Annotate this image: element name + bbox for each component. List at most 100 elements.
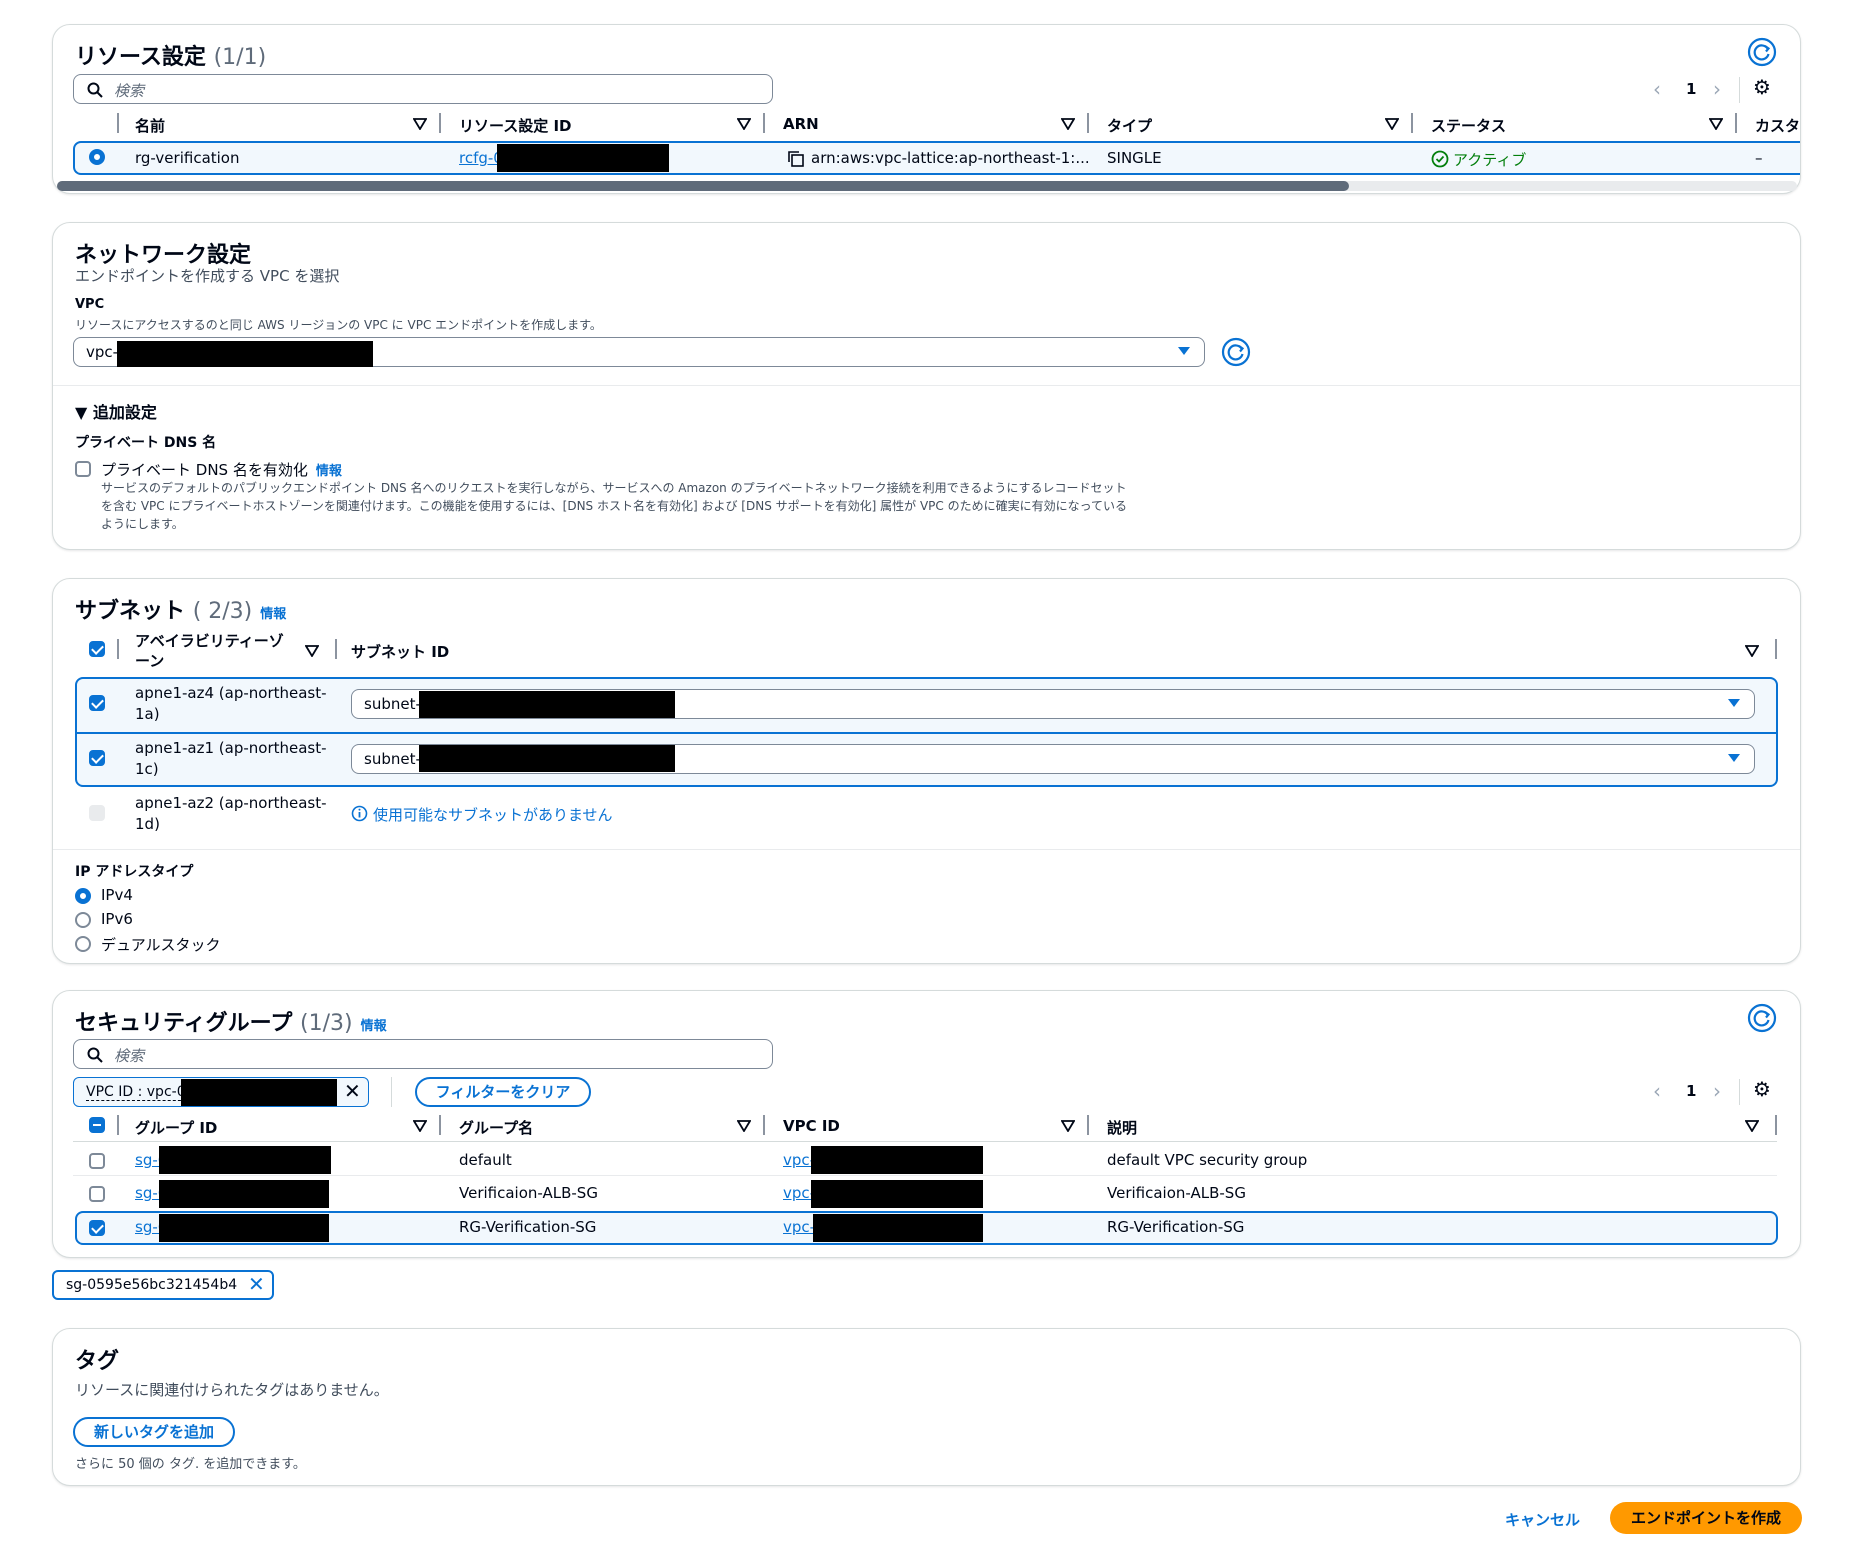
col-header-subnet-id[interactable]: サブネット ID	[351, 641, 449, 662]
select-all-checkbox[interactable]	[89, 641, 105, 657]
private-dns-heading: プライベート DNS 名	[75, 435, 217, 451]
copy-icon[interactable]	[787, 150, 805, 168]
ip-option-label[interactable]: IPv4	[101, 886, 133, 904]
sort-icon[interactable]	[1745, 645, 1759, 657]
ip-option-label[interactable]: デュアルスタック	[101, 934, 221, 955]
additional-settings-toggle[interactable]: ▼ 追加設定	[75, 399, 157, 423]
redacted-box	[419, 745, 675, 772]
page-number[interactable]: 1	[1686, 1082, 1696, 1100]
info-circle-icon	[351, 805, 368, 822]
col-separator	[1087, 1115, 1089, 1135]
clear-filter-button[interactable]: フィルターをクリア	[415, 1077, 591, 1107]
col-separator	[117, 639, 119, 659]
col-header-group-name[interactable]: グループ名	[459, 1117, 533, 1138]
row-divider	[73, 1175, 1777, 1176]
resource-status: アクティブ	[1453, 151, 1527, 169]
subnet-row-checkbox[interactable]	[89, 695, 105, 711]
section-divider	[53, 385, 1800, 386]
ip-type-radio-dualstack[interactable]	[75, 936, 91, 952]
sort-icon[interactable]	[1385, 118, 1399, 130]
security-groups-panel: セキュリティグループ (1/3) 情報 検索 VPC ID : vpc-0 ✕ フ…	[52, 990, 1801, 1258]
col-separator	[1775, 1115, 1777, 1135]
sort-icon[interactable]	[737, 1120, 751, 1132]
col-header-vpc-id[interactable]: VPC ID	[783, 1117, 840, 1135]
subnet-az: apne1-az2 (ap-northeast- 1d)	[135, 794, 327, 833]
sg-name: RG-Verification-SG	[459, 1218, 597, 1236]
search-icon	[87, 1047, 103, 1063]
subnet-row-checkbox[interactable]	[89, 750, 105, 766]
col-header-config-id[interactable]: リソース設定 ID	[459, 115, 572, 136]
col-header-name[interactable]: 名前	[135, 115, 165, 136]
network-subtitle: エンドポイントを作成する VPC を選択	[75, 267, 340, 285]
sg-name: default	[459, 1151, 512, 1169]
prev-page-icon[interactable]: ‹	[1653, 77, 1661, 101]
refresh-icon[interactable]	[1747, 37, 1777, 67]
tags-empty-text: リソースに関連付けられたタグはありません。	[75, 1381, 389, 1399]
sg-row-checkbox[interactable]	[89, 1220, 105, 1236]
sg-row-checkbox[interactable]	[89, 1153, 105, 1169]
resource-arn: arn:aws:vpc-lattice:ap-northeast-1:...	[811, 149, 1090, 167]
sort-icon[interactable]	[1061, 118, 1075, 130]
settings-gear-icon[interactable]: ⚙	[1753, 1077, 1771, 1101]
cancel-button[interactable]: キャンセル	[1505, 1509, 1580, 1530]
sg-name: Verificaion-ALB-SG	[459, 1184, 598, 1202]
info-link[interactable]: 情報	[260, 607, 286, 622]
tags-panel: タグ リソースに関連付けられたタグはありません。 新しいタグを追加 さらに 50…	[52, 1328, 1801, 1486]
redacted-box	[181, 1079, 337, 1106]
ip-option-label[interactable]: IPv6	[101, 910, 133, 928]
ip-type-radio-ipv4[interactable]	[75, 888, 91, 904]
select-all-checkbox[interactable]	[89, 1117, 105, 1133]
info-link[interactable]: 情報	[361, 1019, 387, 1034]
status-success-icon	[1431, 150, 1449, 168]
col-header-status[interactable]: ステータス	[1431, 115, 1506, 136]
security-group-search-input[interactable]: 検索	[73, 1039, 773, 1069]
private-dns-checkbox[interactable]	[75, 461, 91, 477]
col-header-description[interactable]: 説明	[1107, 1117, 1137, 1138]
resource-type: SINGLE	[1107, 149, 1162, 167]
ip-type-radio-ipv6[interactable]	[75, 912, 91, 928]
sort-icon[interactable]	[1061, 1120, 1075, 1132]
col-header-group-id[interactable]: グループ ID	[135, 1117, 217, 1138]
next-page-icon[interactable]: ›	[1713, 77, 1721, 101]
private-dns-label[interactable]: プライベート DNS 名を有効化 情報	[101, 459, 342, 480]
add-tag-button[interactable]: 新しいタグを追加	[73, 1417, 235, 1447]
col-separator	[763, 113, 765, 133]
sg-description: default VPC security group	[1107, 1151, 1308, 1169]
next-page-icon[interactable]: ›	[1713, 1079, 1721, 1103]
sg-row-checkbox[interactable]	[89, 1186, 105, 1202]
refresh-icon[interactable]	[1747, 1003, 1777, 1033]
close-icon[interactable]: ✕	[344, 1079, 361, 1103]
close-icon[interactable]: ✕	[248, 1272, 265, 1296]
sort-icon[interactable]	[305, 645, 319, 657]
refresh-icon[interactable]	[1221, 337, 1251, 367]
redacted-box	[159, 1180, 329, 1208]
col-header-az[interactable]: アベイラビリティーゾ ーン	[135, 631, 284, 671]
col-header-arn[interactable]: ARN	[783, 115, 819, 133]
vpc-description: リソースにアクセスするのと同じ AWS リージョンの VPC に VPC エンド…	[75, 318, 602, 332]
col-separator	[1411, 113, 1413, 133]
scrollbar-thumb[interactable]	[57, 181, 1349, 191]
sort-icon[interactable]	[1709, 118, 1723, 130]
col-separator	[439, 113, 441, 133]
redacted-box	[419, 691, 675, 718]
info-link[interactable]: 情報	[316, 464, 342, 479]
col-header-custom[interactable]: カスタ	[1755, 115, 1800, 136]
sort-icon[interactable]	[737, 118, 751, 130]
sort-icon[interactable]	[413, 1120, 427, 1132]
create-endpoint-button[interactable]: エンドポイントを作成	[1610, 1502, 1802, 1534]
settings-gear-icon[interactable]: ⚙	[1753, 75, 1771, 99]
resource-config-panel: リソース設定 (1/1) 検索 ‹ 1 › ⚙ 名前 リソース設定 ID ARN…	[52, 24, 1801, 194]
selected-sg-token[interactable]: sg-0595e56bc321454b4 ✕	[52, 1270, 274, 1300]
resource-search-input[interactable]: 検索	[73, 74, 773, 104]
subnet-az: apne1-az1 (ap-northeast- 1c)	[135, 739, 327, 778]
sort-icon[interactable]	[413, 118, 427, 130]
col-header-type[interactable]: タイプ	[1107, 115, 1152, 136]
vpc-id-link[interactable]: vpc-	[783, 1218, 815, 1236]
prev-page-icon[interactable]: ‹	[1653, 1079, 1661, 1103]
page-number[interactable]: 1	[1686, 80, 1696, 98]
redacted-box	[811, 1180, 983, 1208]
sort-icon[interactable]	[1745, 1120, 1759, 1132]
redacted-box	[159, 1214, 329, 1242]
tags-title: タグ	[75, 1349, 120, 1374]
row-radio[interactable]	[89, 149, 105, 165]
